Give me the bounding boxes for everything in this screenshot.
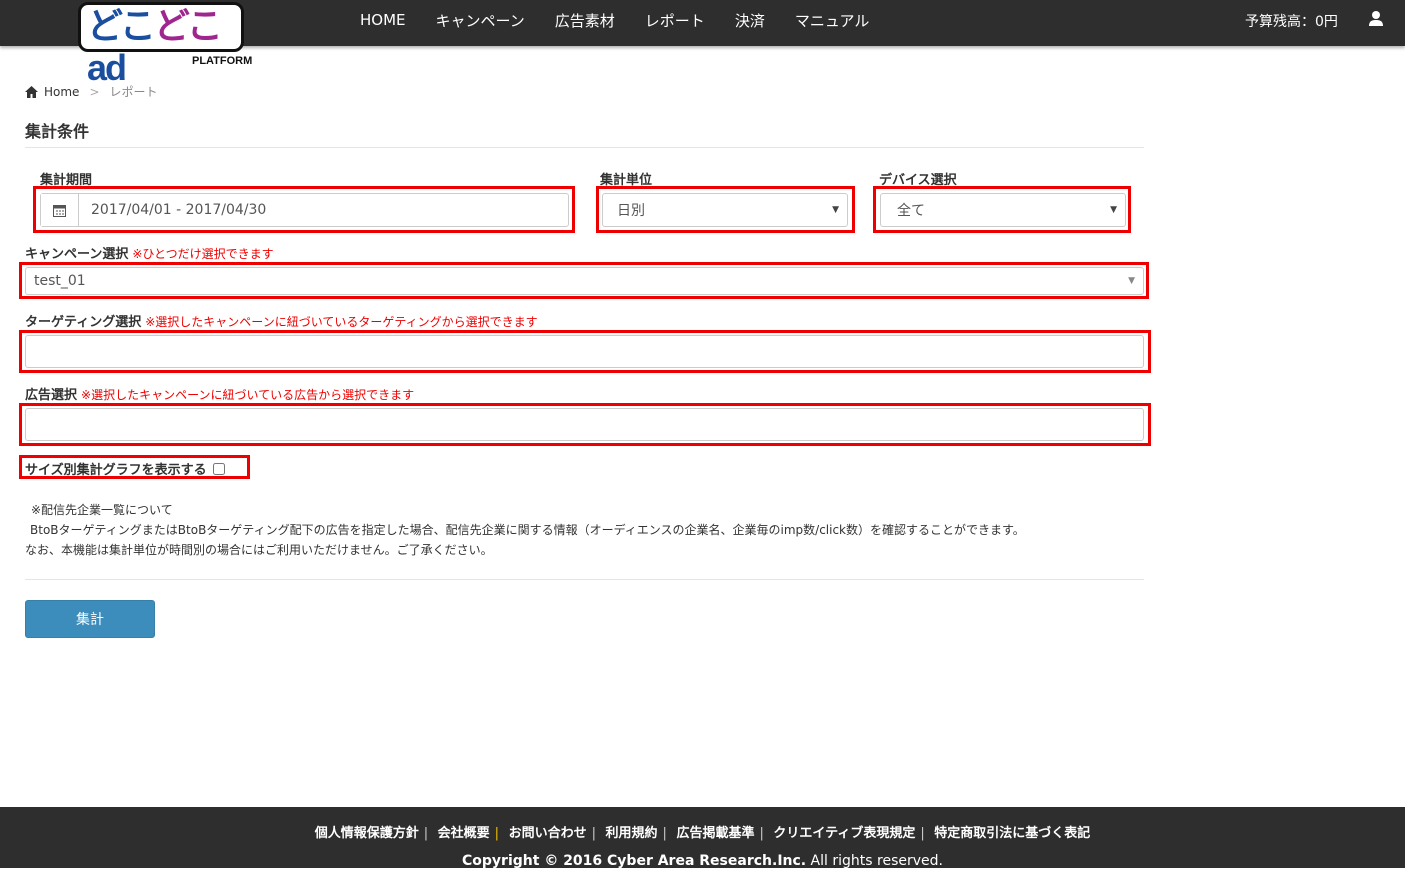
copyright: Copyright © 2016 Cyber Area Research.Inc…: [462, 853, 943, 869]
page-title: 集計条件: [25, 122, 90, 141]
campaign-label: キャンペーン選択 ※ひとつだけ選択できます: [25, 247, 274, 262]
date-range-value: 2017/04/01 - 2017/04/30: [91, 202, 267, 218]
breadcrumb-separator: >: [89, 84, 100, 99]
breadcrumb-current: レポート: [109, 85, 158, 99]
divider: [25, 579, 1144, 580]
ad-label: 広告選択 ※選択したキャンペーンに紐づいている広告から選択できます: [25, 388, 415, 403]
logo[interactable]: どこどこad PLATFORM: [78, 2, 252, 88]
ad-input[interactable]: [25, 408, 1144, 441]
unit-select-value: 日別: [617, 203, 645, 219]
caret-down-icon: ▼: [1110, 205, 1117, 215]
nav-manual[interactable]: マニュアル: [780, 10, 885, 31]
targeting-input[interactable]: [25, 335, 1144, 368]
ad-note: ※選択したキャンペーンに紐づいている広告から選択できます: [81, 388, 415, 402]
campaign-note: ※ひとつだけ選択できます: [132, 247, 274, 261]
size-graph-option: サイズ別集計グラフを表示する: [25, 459, 225, 478]
footer-link-ad-standards[interactable]: 広告掲載基準: [676, 826, 754, 841]
nav-campaign[interactable]: キャンペーン: [421, 10, 540, 31]
footer-link-privacy[interactable]: 個人情報保護方針: [315, 826, 419, 841]
calendar-icon: [41, 194, 79, 226]
info-line: なお、本機能は集計単位が時間別の場合にはご利用いただけません。ご了承ください。: [25, 543, 493, 557]
logo-subtitle: PLATFORM: [192, 55, 253, 67]
home-icon: [25, 85, 38, 98]
campaign-select-value: test_01: [34, 273, 86, 289]
top-navbar: どこどこad PLATFORM HOME キャンペーン 広告素材 レポート 決済…: [0, 0, 1405, 88]
size-graph-checkbox[interactable]: [212, 462, 225, 475]
footer-link-contact[interactable]: お問い合わせ: [509, 826, 587, 841]
footer-link-commerce-law[interactable]: 特定商取引法に基づく表記: [934, 826, 1090, 841]
footer-link-terms[interactable]: 利用規約: [606, 826, 658, 841]
breadcrumb: Home > レポート: [25, 83, 158, 100]
footer-link-company[interactable]: 会社概要: [438, 826, 490, 841]
device-select-value: 全て: [897, 203, 925, 219]
size-graph-label: サイズ別集計グラフを表示する: [25, 463, 207, 478]
unit-select[interactable]: 日別 ▼: [602, 193, 848, 227]
user-icon[interactable]: [1368, 10, 1384, 26]
main-nav: HOME キャンペーン 広告素材 レポート 決済 マニュアル: [345, 0, 884, 40]
budget-balance: 予算残高：0円: [1245, 14, 1338, 30]
aggregate-button[interactable]: 集計: [25, 600, 155, 638]
date-range-input[interactable]: 2017/04/01 - 2017/04/30: [40, 193, 569, 227]
caret-down-icon: ▼: [1128, 276, 1135, 286]
nav-report[interactable]: レポート: [630, 10, 720, 31]
footer: 個人情報保護方針 | 会社概要 | お問い合わせ | 利用規約 | 広告掲載基準 | クリ…: [0, 807, 1405, 869]
breadcrumb-home[interactable]: Home: [44, 85, 79, 99]
targeting-note: ※選択したキャンペーンに紐づいているターゲティングから選択できます: [145, 315, 538, 329]
footer-link-creative-rules[interactable]: クリエイティブ表現規定: [773, 826, 915, 841]
targeting-label: ターゲティング選択 ※選択したキャンペーンに紐づいているターゲティングから選択でき…: [25, 315, 538, 330]
nav-home[interactable]: HOME: [345, 11, 421, 29]
device-select[interactable]: 全て ▼: [880, 193, 1126, 227]
nav-creatives[interactable]: 広告素材: [540, 10, 630, 31]
info-heading: ※配信先企業一覧について: [31, 503, 173, 517]
info-line: BtoBターゲティングまたはBtoBターゲティング配下の広告を指定した場合、配信…: [30, 523, 1025, 537]
info-text: ※配信先企業一覧について BtoBターゲティングまたはBtoBターゲティング配下…: [25, 500, 1025, 560]
campaign-select[interactable]: test_01 ▼: [25, 267, 1144, 295]
caret-down-icon: ▼: [832, 205, 839, 215]
nav-payment[interactable]: 決済: [720, 10, 780, 31]
divider: [25, 147, 1144, 148]
